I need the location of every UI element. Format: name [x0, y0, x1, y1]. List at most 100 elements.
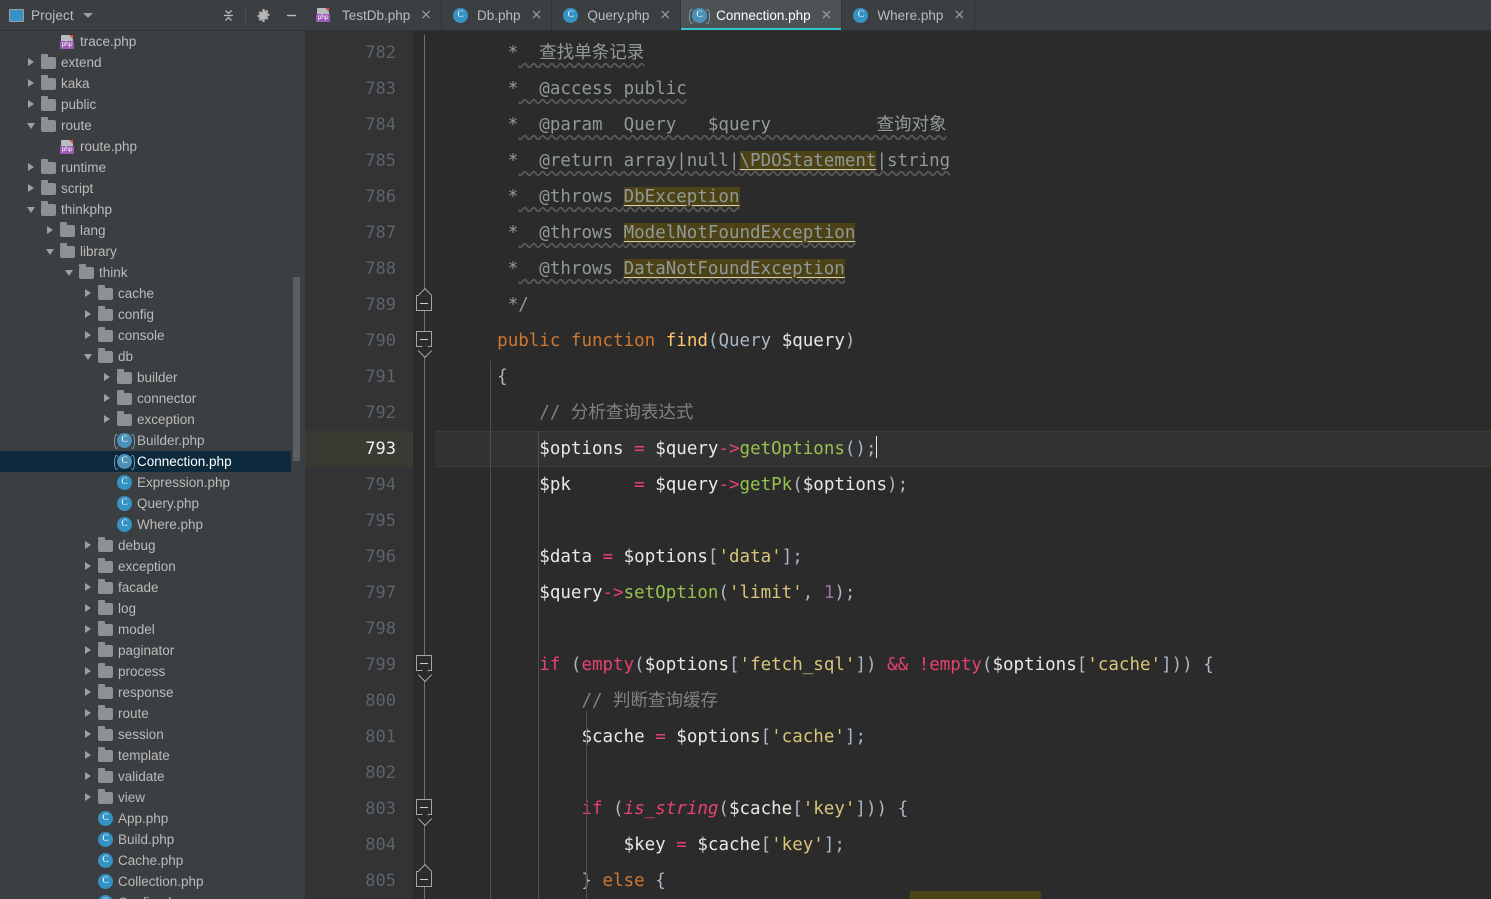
tree-item-cache-php[interactable]: C Cache.php: [0, 850, 305, 871]
chevron-right-icon[interactable]: [84, 666, 94, 677]
gear-icon[interactable]: [249, 0, 277, 31]
code-editor[interactable]: 782 783 784 785 786 787 788 789 790 791 792 793 794 7…: [305, 31, 1491, 899]
tree-item-validate[interactable]: validate: [0, 766, 305, 787]
chevron-right-icon[interactable]: [84, 792, 94, 803]
tree-item-route[interactable]: route: [0, 115, 305, 136]
chevron-right-icon[interactable]: [84, 582, 94, 593]
chevron-right-icon[interactable]: [84, 750, 94, 761]
code-text-area[interactable]: * 查找单条记录 * @access public * @param Query…: [435, 31, 1491, 899]
chevron-right-icon[interactable]: [84, 645, 94, 656]
code-folding-gutter[interactable]: [413, 31, 435, 899]
tree-item-builder[interactable]: builder: [0, 367, 305, 388]
chevron-right-icon[interactable]: [84, 330, 94, 341]
tree-item-session[interactable]: session: [0, 724, 305, 745]
chevron-down-icon[interactable]: [82, 12, 93, 18]
tree-item-where-php[interactable]: C Where.php: [0, 514, 305, 535]
chevron-right-icon[interactable]: [46, 225, 56, 236]
chevron-down-icon[interactable]: [65, 268, 75, 278]
tree-item-script[interactable]: script: [0, 178, 305, 199]
chevron-right-icon[interactable]: [84, 561, 94, 572]
fold-start-icon[interactable]: [416, 799, 432, 815]
tree-item-route[interactable]: route: [0, 703, 305, 724]
tree-item-response[interactable]: response: [0, 682, 305, 703]
close-icon[interactable]: ×: [531, 8, 543, 22]
chevron-right-icon[interactable]: [27, 162, 37, 173]
tree-item-connection-php[interactable]: C Connection.php: [0, 451, 305, 472]
close-icon[interactable]: ×: [821, 8, 833, 22]
editor-tab-query-php[interactable]: C Query.php ×: [552, 0, 682, 30]
tree-item-route-php[interactable]: php route.php: [0, 136, 305, 157]
editor-tab-testdb-php[interactable]: php TestDb.php ×: [305, 0, 443, 30]
chevron-right-icon[interactable]: [84, 624, 94, 635]
tree-item-collection-php[interactable]: C Collection.php: [0, 871, 305, 892]
tree-item-think[interactable]: think: [0, 262, 305, 283]
tree-item-exception[interactable]: exception: [0, 409, 305, 430]
editor-tab-db-php[interactable]: C Db.php ×: [442, 0, 553, 30]
chevron-right-icon[interactable]: [84, 603, 94, 614]
chevron-right-icon[interactable]: [84, 288, 94, 299]
chevron-right-icon[interactable]: [84, 729, 94, 740]
chevron-down-icon[interactable]: [27, 205, 37, 215]
tree-item-trace-php[interactable]: php trace.php: [0, 31, 305, 52]
chevron-right-icon[interactable]: [27, 99, 37, 110]
close-icon[interactable]: ×: [953, 8, 965, 22]
tree-item-model[interactable]: model: [0, 619, 305, 640]
fold-row: [413, 35, 435, 71]
close-icon[interactable]: ×: [420, 8, 432, 22]
tree-item-app-php[interactable]: C App.php: [0, 808, 305, 829]
tree-item-kaka[interactable]: kaka: [0, 73, 305, 94]
sidebar-scrollbar-thumb[interactable]: [293, 277, 300, 461]
chevron-right-icon[interactable]: [84, 687, 94, 698]
chevron-right-icon[interactable]: [27, 78, 37, 89]
fold-start-icon[interactable]: [416, 655, 432, 671]
tree-item-connector[interactable]: connector: [0, 388, 305, 409]
tree-item-public[interactable]: public: [0, 94, 305, 115]
chevron-right-icon[interactable]: [103, 414, 113, 425]
chevron-right-icon[interactable]: [103, 372, 113, 383]
tree-item-paginator[interactable]: paginator: [0, 640, 305, 661]
project-tree-scroll-area[interactable]: php trace.php extend kaka public route php rout…: [0, 31, 305, 899]
fold-row: [413, 755, 435, 791]
collapse-all-icon[interactable]: [214, 0, 242, 31]
chevron-right-icon[interactable]: [84, 309, 94, 320]
chevron-right-icon[interactable]: [103, 393, 113, 404]
chevron-right-icon[interactable]: [27, 183, 37, 194]
tree-item-debug[interactable]: debug: [0, 535, 305, 556]
tree-item-thinkphp[interactable]: thinkphp: [0, 199, 305, 220]
tree-item-lang[interactable]: lang: [0, 220, 305, 241]
tree-item-view[interactable]: view: [0, 787, 305, 808]
fold-start-icon[interactable]: [416, 331, 432, 347]
minimize-icon[interactable]: [277, 0, 305, 31]
tree-item-query-php[interactable]: C Query.php: [0, 493, 305, 514]
tree-item-db[interactable]: db: [0, 346, 305, 367]
tree-item-log[interactable]: log: [0, 598, 305, 619]
tree-item-process[interactable]: process: [0, 661, 305, 682]
tree-item-config-php[interactable]: C Config.php: [0, 892, 305, 899]
chevron-down-icon[interactable]: [27, 121, 37, 131]
editor-tab-where-php[interactable]: C Where.php ×: [842, 0, 976, 30]
fold-end-icon[interactable]: [416, 295, 432, 311]
tree-item-template[interactable]: template: [0, 745, 305, 766]
project-panel-title-group[interactable]: Project: [9, 8, 214, 23]
tree-item-expression-php[interactable]: C Expression.php: [0, 472, 305, 493]
tree-item-builder-php[interactable]: C Builder.php: [0, 430, 305, 451]
tree-item-build-php[interactable]: C Build.php: [0, 829, 305, 850]
chevron-right-icon[interactable]: [27, 57, 37, 68]
tree-item-extend[interactable]: extend: [0, 52, 305, 73]
tree-item-runtime[interactable]: runtime: [0, 157, 305, 178]
close-icon[interactable]: ×: [659, 8, 671, 22]
chevron-right-icon[interactable]: [84, 708, 94, 719]
tree-item-facade[interactable]: facade: [0, 577, 305, 598]
tree-item-library[interactable]: library: [0, 241, 305, 262]
chevron-right-icon[interactable]: [84, 540, 94, 551]
chevron-down-icon[interactable]: [46, 247, 56, 257]
tree-item-config[interactable]: config: [0, 304, 305, 325]
editor-tab-connection-php[interactable]: C Connection.php ×: [681, 0, 843, 30]
chevron-right-icon[interactable]: [84, 771, 94, 782]
tree-item-cache[interactable]: cache: [0, 283, 305, 304]
chevron-down-icon[interactable]: [84, 352, 94, 362]
tree-item-exception[interactable]: exception: [0, 556, 305, 577]
fold-end-icon[interactable]: [416, 871, 432, 887]
folder-icon: [79, 264, 94, 279]
tree-item-console[interactable]: console: [0, 325, 305, 346]
